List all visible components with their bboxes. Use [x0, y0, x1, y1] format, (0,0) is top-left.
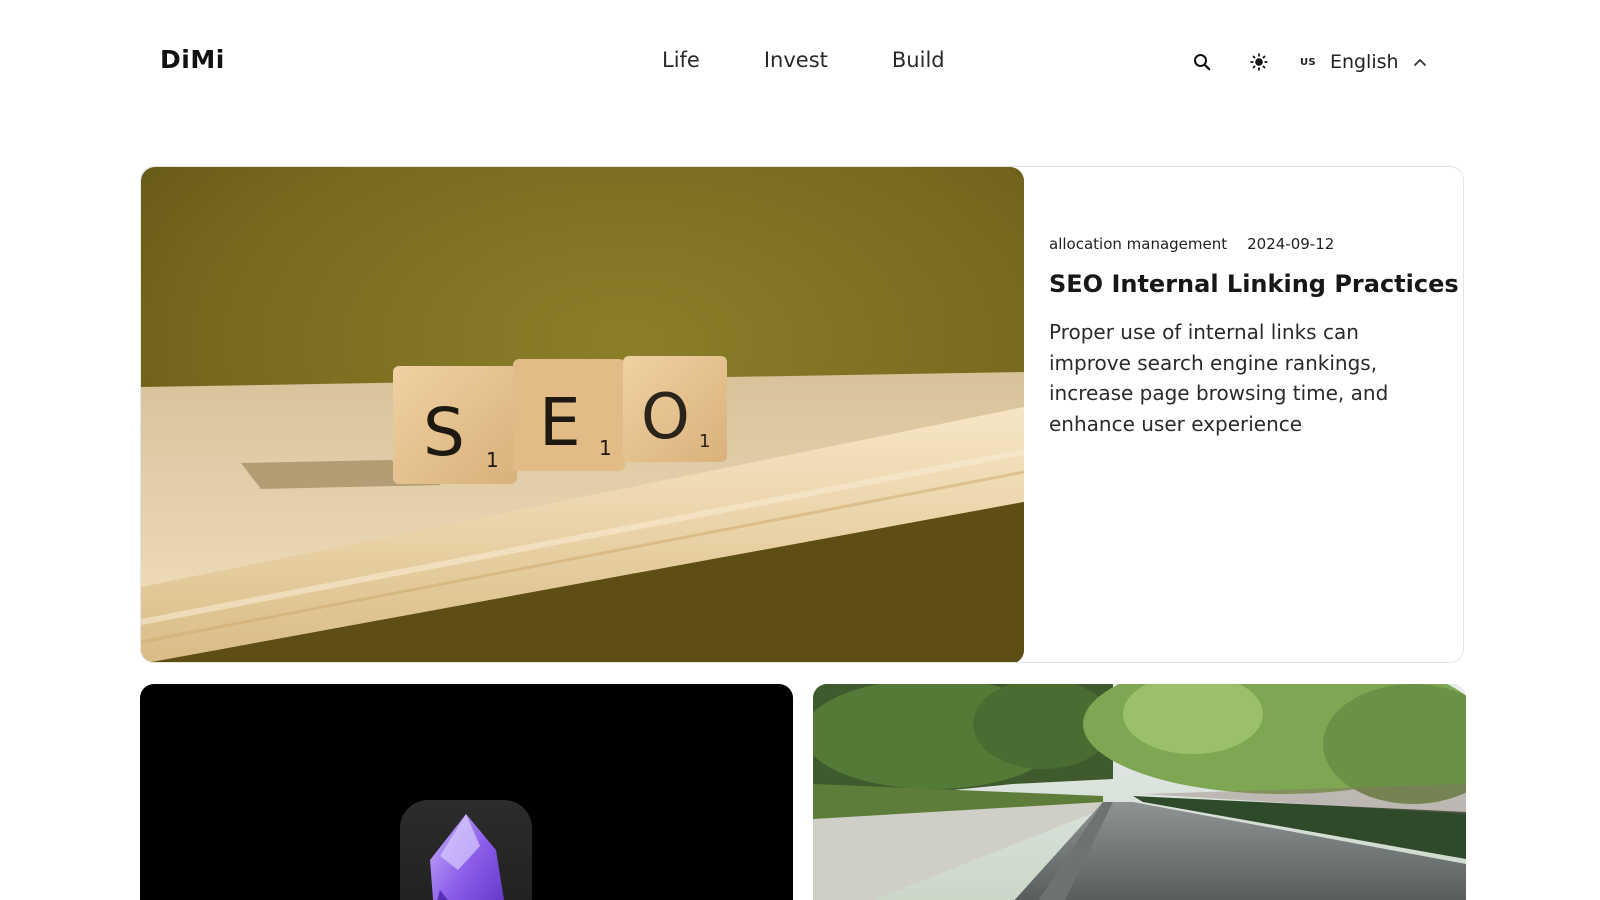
header-tools: US English [1188, 48, 1427, 76]
featured-post-card[interactable]: S 1 E 1 O 1 allocation management 2024-0… [140, 166, 1464, 663]
language-selector[interactable]: US English [1300, 51, 1427, 73]
featured-post-description: Proper use of internal links can improve… [1049, 320, 1389, 436]
theme-toggle-button[interactable] [1245, 48, 1273, 76]
featured-post-title[interactable]: SEO Internal Linking Practices [1049, 270, 1459, 298]
chevron-up-icon [1413, 57, 1427, 67]
road-photo-image [813, 684, 1466, 900]
nav-life[interactable]: Life [662, 48, 700, 72]
nav-build[interactable]: Build [892, 48, 945, 72]
sun-icon [1250, 53, 1268, 71]
obsidian-app-icon [400, 800, 532, 900]
language-label: English [1329, 51, 1399, 73]
main-nav: Life Invest Build [662, 48, 945, 72]
featured-post-image: S 1 E 1 O 1 [141, 167, 1024, 662]
svg-text:E: E [539, 384, 581, 461]
post-date: 2024-09-12 [1247, 235, 1335, 253]
svg-text:O: O [641, 380, 690, 453]
site-header: DiMi Life Invest Build US English [0, 0, 1600, 124]
post-category[interactable]: allocation management [1049, 235, 1227, 253]
svg-text:1: 1 [486, 448, 499, 472]
nav-invest[interactable]: Invest [764, 48, 828, 72]
featured-post-meta: allocation management 2024-09-12 [1049, 235, 1334, 253]
search-button[interactable] [1188, 48, 1216, 76]
search-icon [1194, 54, 1211, 71]
svg-text:S: S [423, 394, 465, 471]
post-card-road-photo[interactable] [813, 684, 1466, 900]
site-logo[interactable]: DiMi [160, 45, 225, 74]
svg-text:1: 1 [699, 431, 710, 452]
us-flag-icon: US [1300, 56, 1316, 68]
svg-text:1: 1 [599, 436, 612, 460]
post-card-obsidian[interactable] [140, 684, 793, 900]
